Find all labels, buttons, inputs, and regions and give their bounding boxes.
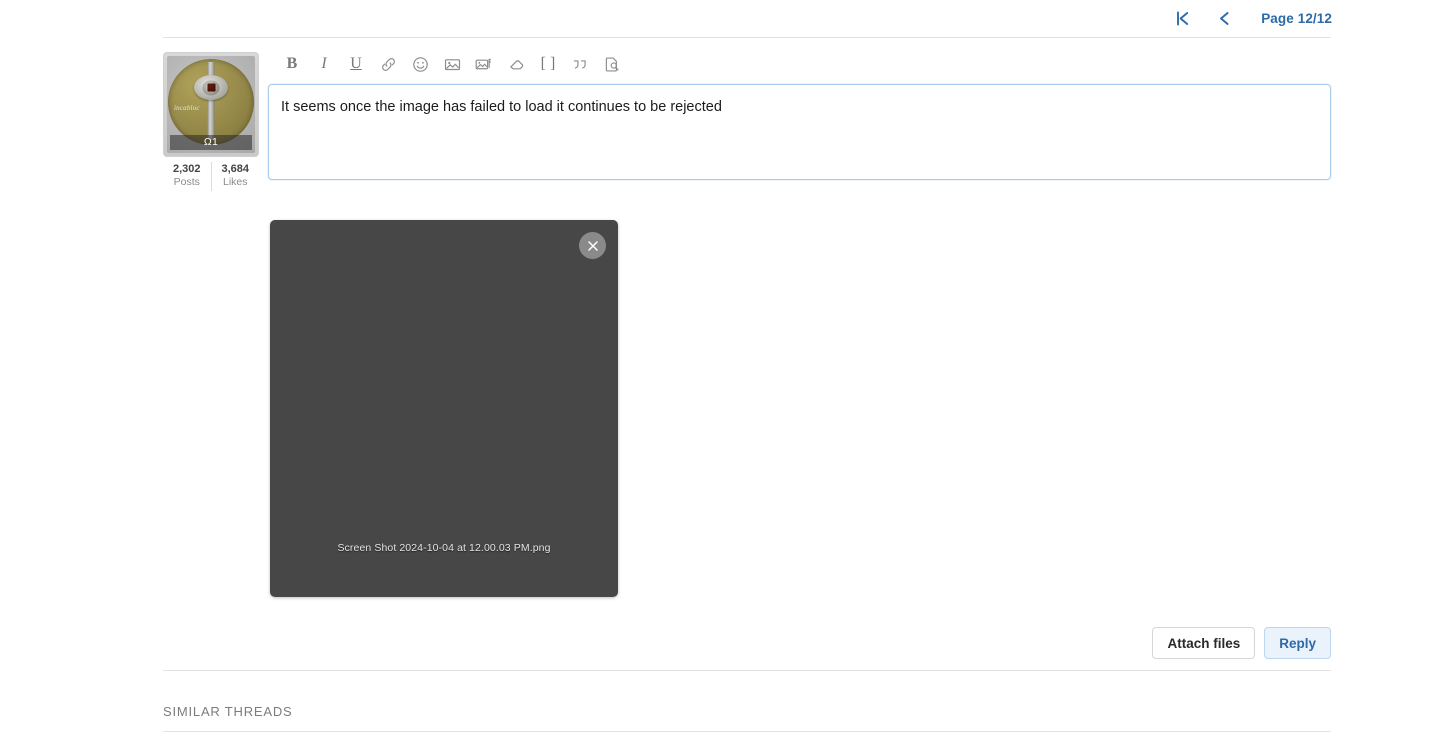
attach-files-button[interactable]: Attach files	[1152, 627, 1255, 659]
underline-button[interactable]: U	[340, 50, 372, 78]
insert-image-button[interactable]	[436, 50, 468, 78]
author-card: incabloc Ω1 2,302 Posts 3,684 Likes	[163, 52, 259, 191]
stat-likes: 3,684 Likes	[211, 162, 260, 191]
chevron-left-icon	[1216, 10, 1233, 27]
stat-likes-value: 3,684	[212, 163, 260, 176]
attachment-preview[interactable]: Screen Shot 2024-10-04 at 12.00.03 PM.pn…	[270, 220, 618, 597]
header-divider	[163, 37, 1331, 38]
reply-button[interactable]: Reply	[1264, 627, 1331, 659]
quote-icon	[571, 56, 589, 73]
avatar-caption: Ω1	[170, 135, 252, 150]
attachment-filename: Screen Shot 2024-10-04 at 12.00.03 PM.pn…	[270, 542, 618, 554]
preview-icon	[604, 56, 621, 73]
avatar-spring-graphic	[208, 62, 215, 140]
insert-gallery-button[interactable]	[468, 50, 500, 78]
emoji-icon	[412, 56, 429, 73]
attachment-remove-button[interactable]	[579, 232, 606, 259]
similar-threads-divider	[163, 731, 1331, 732]
avatar-image: incabloc Ω1	[167, 56, 255, 153]
avatar-brand-text: incabloc	[174, 104, 200, 112]
bold-icon: B	[287, 55, 298, 73]
link-button[interactable]	[372, 50, 404, 78]
brackets-icon: [ ]	[541, 55, 556, 73]
bold-button[interactable]: B	[276, 50, 308, 78]
avatar-jewel-ring-graphic	[203, 80, 220, 95]
stat-likes-label: Likes	[212, 176, 260, 189]
avatar[interactable]: incabloc Ω1	[163, 52, 259, 157]
underline-icon: U	[350, 55, 362, 73]
italic-icon: I	[321, 55, 326, 73]
editor-toolbar: B I U	[268, 48, 1331, 80]
author-stats: 2,302 Posts 3,684 Likes	[163, 162, 259, 191]
insert-quote-button[interactable]	[564, 50, 596, 78]
remove-formatting-button[interactable]	[500, 50, 532, 78]
preview-button[interactable]	[596, 50, 628, 78]
similar-threads-heading: SIMILAR THREADS	[163, 704, 293, 719]
reply-editor-page: Page 12/12 incabloc Ω1 2,302 Posts	[0, 0, 1432, 733]
italic-button[interactable]: I	[308, 50, 340, 78]
link-icon	[380, 56, 397, 73]
pagination-nav: Page 12/12	[1161, 0, 1332, 37]
previous-page-button[interactable]	[1203, 4, 1245, 34]
stat-posts: 2,302 Posts	[163, 162, 211, 191]
page-indicator[interactable]: Page 12/12	[1261, 11, 1332, 26]
first-page-icon	[1174, 10, 1191, 27]
reply-body-text[interactable]: It seems once the image has failed to lo…	[281, 97, 1318, 117]
image-icon	[444, 56, 461, 73]
reply-textarea[interactable]: It seems once the image has failed to lo…	[268, 84, 1331, 180]
editor-actions: Attach files Reply	[1152, 627, 1331, 659]
bb-code-button[interactable]: [ ]	[532, 50, 564, 78]
reply-editor: B I U	[268, 48, 1331, 180]
eraser-icon	[508, 56, 525, 73]
stat-posts-label: Posts	[163, 176, 211, 189]
close-icon	[586, 239, 600, 253]
first-page-button[interactable]	[1161, 4, 1203, 34]
media-gallery-icon	[475, 55, 493, 73]
emoji-button[interactable]	[404, 50, 436, 78]
stat-posts-value: 2,302	[163, 163, 211, 176]
actions-divider	[163, 670, 1331, 671]
avatar-spring-head-graphic	[194, 75, 228, 100]
avatar-jewel-graphic	[207, 84, 215, 92]
